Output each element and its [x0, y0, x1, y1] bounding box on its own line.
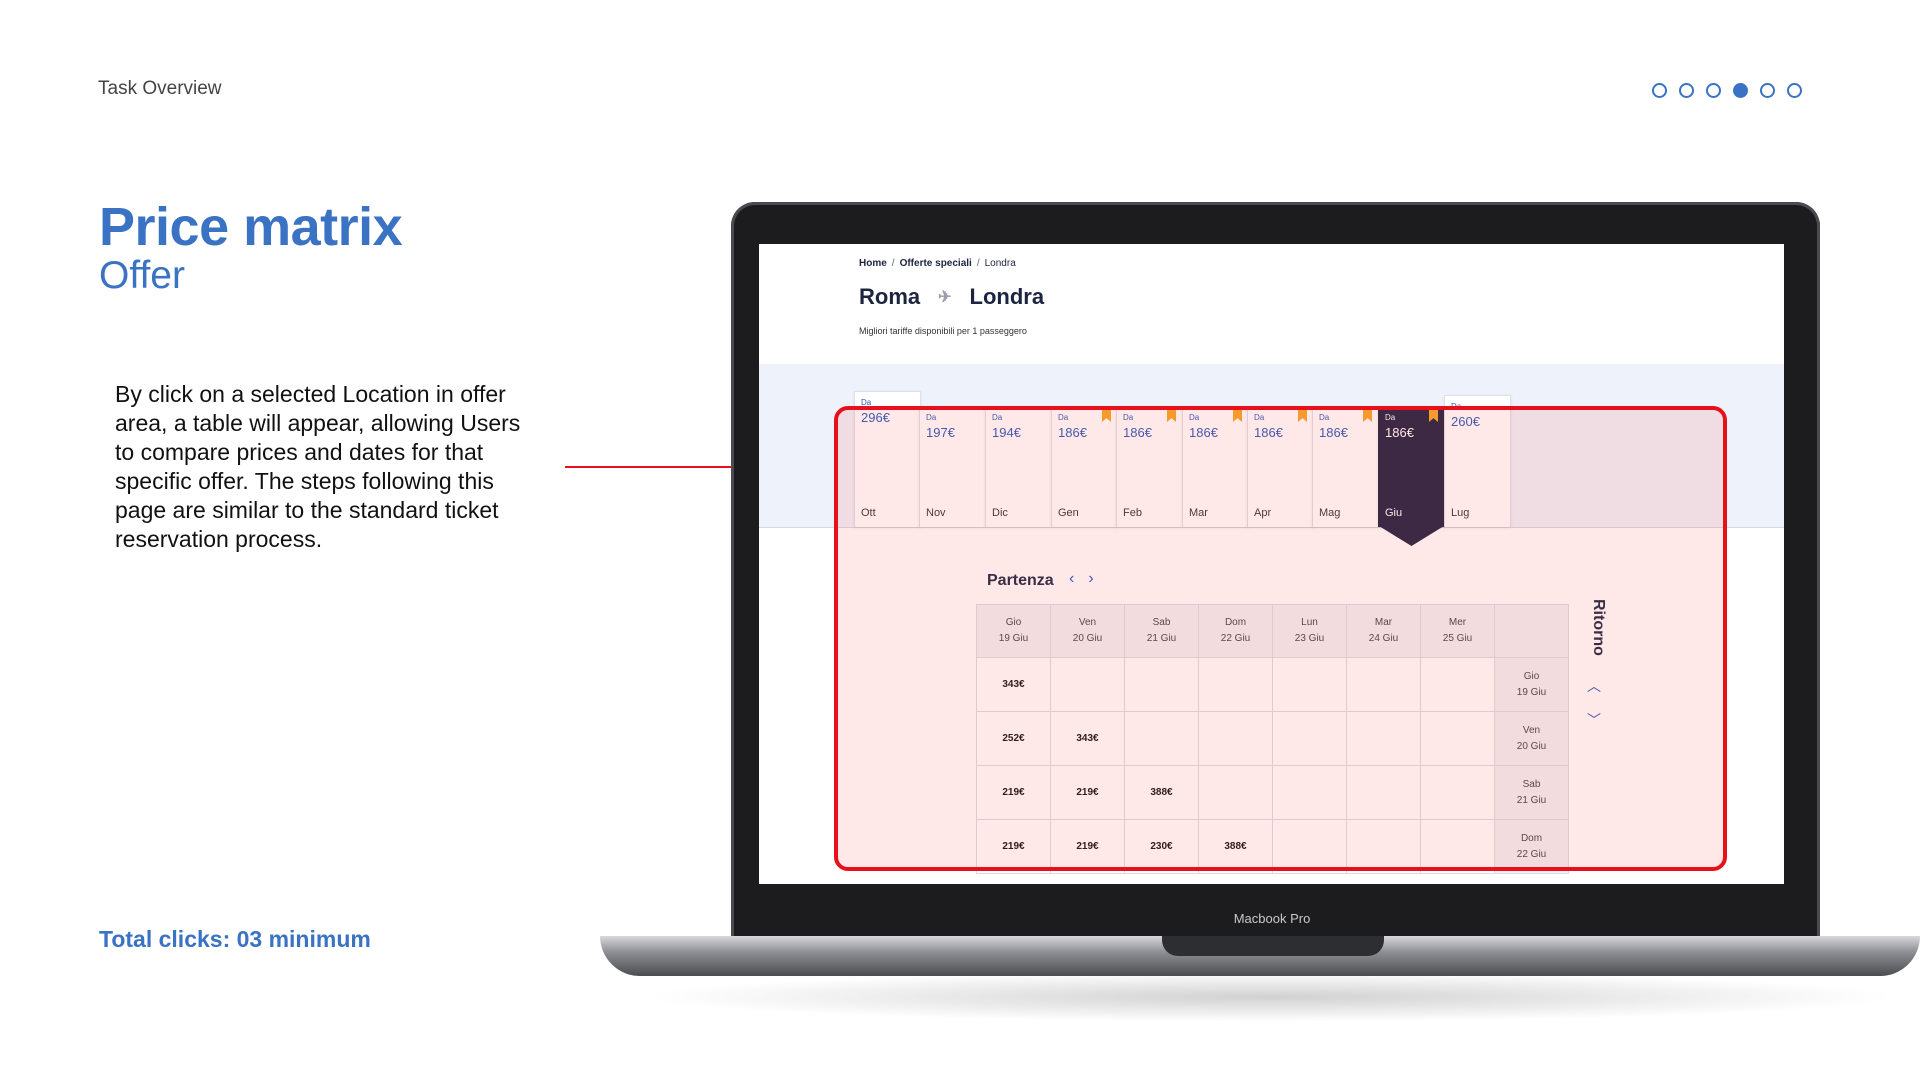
step-dot-5[interactable] — [1760, 83, 1775, 98]
total-clicks: Total clicks: 03 minimum — [99, 926, 371, 952]
step-dot-2[interactable] — [1679, 83, 1694, 98]
breadcrumb-offers[interactable]: Offerte speciali — [900, 258, 972, 269]
laptop-model-label: Macbook Pro — [1233, 911, 1311, 926]
step-indicator — [1652, 83, 1802, 98]
breadcrumb: Home / Offerte speciali / Londra — [859, 258, 1016, 269]
slide-subtitle: Offer — [99, 254, 185, 297]
step-dot-1[interactable] — [1652, 83, 1667, 98]
laptop-notch — [1162, 936, 1384, 956]
step-dot-6[interactable] — [1787, 83, 1802, 98]
route-subtitle: Migliori tariffe disponibili per 1 passe… — [859, 326, 1027, 336]
route-to: Londra — [969, 284, 1045, 309]
route-title: Roma ✈ Londra — [859, 284, 1044, 310]
breadcrumb-current: Londra — [984, 258, 1016, 269]
plane-icon: ✈ — [938, 289, 952, 306]
step-dot-4-active[interactable] — [1733, 83, 1748, 98]
laptop-shadow — [640, 972, 1900, 1022]
slide-description: By click on a selected Location in offer… — [115, 381, 521, 552]
task-overview-label: Task Overview — [98, 78, 222, 99]
step-dot-3[interactable] — [1706, 83, 1721, 98]
slide-title: Price matrix — [99, 197, 403, 257]
breadcrumb-home[interactable]: Home — [859, 258, 887, 269]
route-from: Roma — [859, 284, 921, 309]
highlight-box — [834, 406, 1727, 871]
